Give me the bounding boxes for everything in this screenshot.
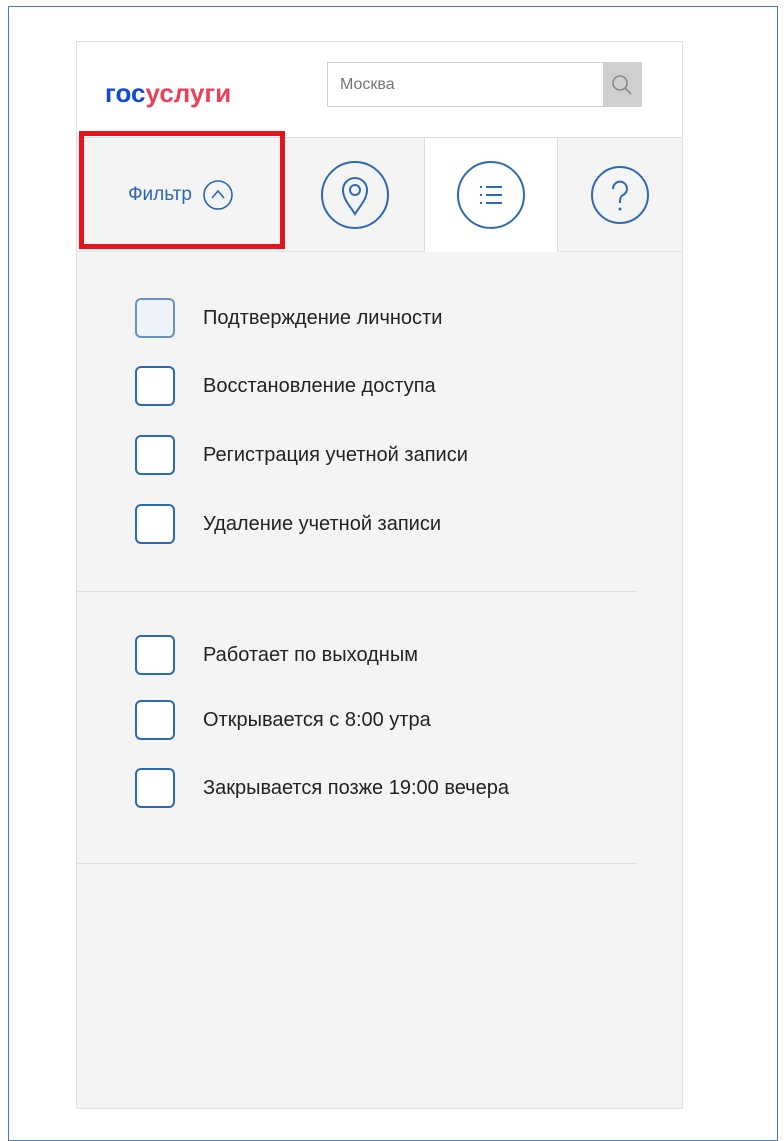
filter-item[interactable]: Открывается с 8:00 утра bbox=[135, 700, 543, 740]
filter-item[interactable]: Закрывается позже 19:00 вечера bbox=[135, 768, 533, 808]
list-icon bbox=[457, 161, 525, 229]
logo-part-2: услуги bbox=[145, 78, 232, 108]
section-divider bbox=[77, 591, 637, 592]
section-divider bbox=[77, 863, 637, 864]
checkbox[interactable] bbox=[135, 635, 175, 675]
logo-part-1: гос bbox=[105, 78, 146, 108]
filter-item-label: Восстановление доступа bbox=[203, 375, 436, 397]
filter-item[interactable]: Регистрация учетной записи bbox=[135, 435, 543, 475]
filter-item-label: Подтверждение личности bbox=[203, 307, 443, 329]
highlight-frame bbox=[79, 131, 285, 249]
search-icon bbox=[612, 74, 632, 95]
checkbox[interactable] bbox=[135, 298, 175, 338]
checkbox[interactable] bbox=[135, 366, 175, 406]
filter-item[interactable]: Подтверждение личности bbox=[135, 298, 543, 338]
tab-map[interactable] bbox=[285, 138, 425, 251]
view-tabs: Фильтр bbox=[77, 131, 682, 252]
search-button[interactable] bbox=[603, 63, 641, 106]
search-input[interactable] bbox=[328, 63, 604, 106]
filter-item-label: Открывается с 8:00 утра bbox=[203, 709, 431, 731]
filter-item-label: Закрывается позже 19:00 вечера bbox=[203, 777, 509, 799]
tab-filter[interactable]: Фильтр bbox=[77, 131, 285, 251]
filter-item-label: Регистрация учетной записи bbox=[203, 444, 468, 466]
header: госуслуги bbox=[77, 42, 682, 138]
map-pin-icon bbox=[320, 160, 389, 229]
filter-item[interactable]: Удаление учетной записи bbox=[135, 504, 543, 544]
gosuslugi-logo[interactable]: госуслуги bbox=[105, 78, 231, 109]
search-box bbox=[327, 62, 642, 107]
checkbox[interactable] bbox=[135, 768, 175, 808]
filter-item-label: Удаление учетной записи bbox=[203, 513, 442, 535]
filter-item[interactable]: Восстановление доступа bbox=[135, 366, 543, 406]
checkbox[interactable] bbox=[135, 435, 175, 475]
question-icon bbox=[591, 165, 649, 224]
filter-item-label: Работает по выходным bbox=[203, 644, 418, 666]
tab-help[interactable] bbox=[557, 138, 682, 251]
filter-item[interactable]: Работает по выходным bbox=[135, 635, 543, 675]
tab-list[interactable] bbox=[425, 138, 557, 252]
offices-filter-panel: госуслуги Фильтр bbox=[76, 41, 683, 1109]
checkbox[interactable] bbox=[135, 700, 175, 740]
checkbox[interactable] bbox=[135, 504, 175, 544]
